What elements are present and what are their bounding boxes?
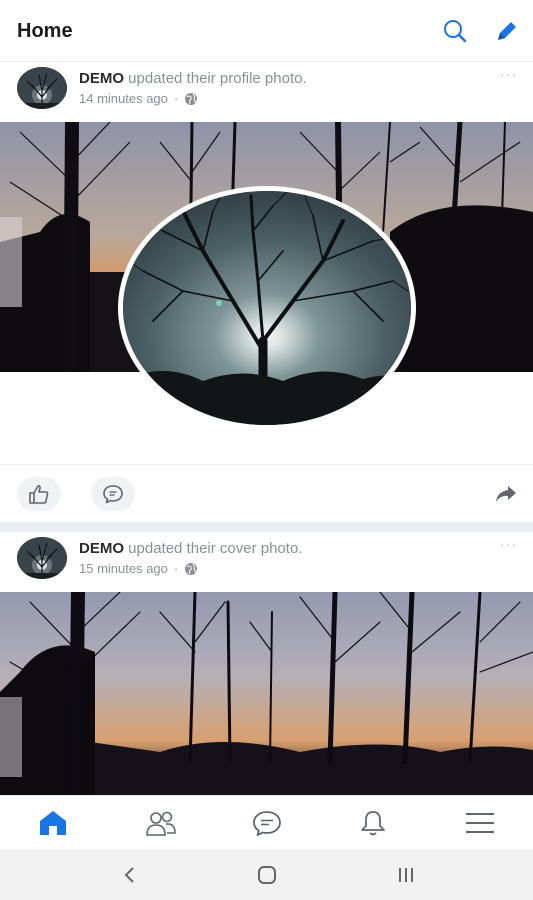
top-bar: Home — [0, 0, 533, 62]
globe-icon — [184, 92, 198, 109]
messages-icon[interactable] — [250, 808, 284, 838]
post-header: DEMO updated their cover photo. 15 minut… — [0, 532, 533, 592]
menu-icon[interactable] — [463, 808, 497, 838]
comment-icon[interactable] — [91, 477, 135, 511]
pencil-icon[interactable] — [494, 18, 520, 44]
post-author-line: DEMO updated their profile photo. — [79, 70, 307, 87]
friends-icon[interactable] — [144, 808, 178, 838]
bottom-navigation — [0, 795, 533, 849]
feed-post: DEMO updated their profile photo. 14 min… — [0, 62, 533, 522]
news-feed[interactable]: DEMO updated their profile photo. 14 min… — [0, 62, 533, 795]
post-action-text: updated their profile photo. — [124, 70, 307, 87]
post-actions — [0, 464, 533, 522]
author-name[interactable]: DEMO — [79, 70, 124, 87]
avatar[interactable] — [17, 67, 67, 109]
share-arrow-icon[interactable] — [493, 483, 519, 505]
page-title: Home — [17, 20, 73, 42]
profile-photo[interactable] — [118, 186, 416, 430]
globe-icon — [184, 562, 198, 579]
more-options-button[interactable]: ··· — [500, 536, 517, 552]
post-timestamp[interactable]: 15 minutes ago — [79, 561, 168, 576]
home-icon[interactable] — [36, 808, 70, 838]
post-meta: 15 minutes ago · — [79, 561, 198, 579]
post-action-text: updated their cover photo. — [124, 540, 303, 557]
post-author-line: DEMO updated their cover photo. — [79, 540, 302, 557]
home-circle-icon[interactable] — [255, 863, 279, 887]
author-name[interactable]: DEMO — [79, 540, 124, 557]
avatar[interactable] — [17, 537, 67, 579]
search-icon[interactable] — [442, 18, 468, 44]
back-icon[interactable] — [118, 863, 142, 887]
cover-photo[interactable] — [0, 592, 533, 795]
post-header: DEMO updated their profile photo. 14 min… — [0, 62, 533, 122]
system-navigation-bar — [0, 849, 533, 900]
recent-apps-icon[interactable] — [394, 863, 418, 887]
notifications-icon[interactable] — [356, 808, 390, 838]
more-options-button[interactable]: ··· — [500, 66, 517, 82]
post-timestamp[interactable]: 14 minutes ago — [79, 91, 168, 106]
separator: · — [173, 561, 179, 576]
thumbs-up-icon[interactable] — [17, 477, 61, 511]
separator: · — [173, 91, 179, 106]
post-meta: 14 minutes ago · — [79, 91, 198, 109]
feed-post: DEMO updated their cover photo. 15 minut… — [0, 532, 533, 795]
